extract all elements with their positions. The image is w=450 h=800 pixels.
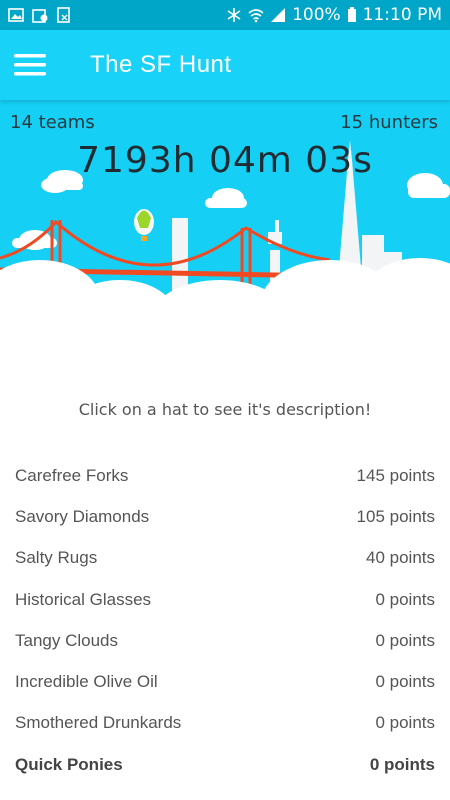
team-name: Historical Glasses (15, 589, 152, 609)
countdown-timer: 7193h 04m 03s (77, 140, 373, 181)
team-row[interactable]: Tangy Clouds 0 points (0, 620, 450, 661)
team-name: Quick Ponies (15, 754, 123, 774)
team-points: 0 points (375, 589, 435, 609)
app-bar: The SF Hunt (0, 30, 450, 100)
battery-icon (347, 7, 356, 22)
hunters-count: 15 hunters (340, 112, 438, 133)
team-name: Salty Rugs (15, 548, 98, 568)
team-row[interactable]: Carefree Forks 145 points (0, 455, 450, 496)
team-name: Carefree Forks (15, 465, 129, 485)
team-list: Carefree Forks 145 points Savory Diamond… (0, 455, 450, 785)
sf-skyline-illustration (0, 140, 450, 360)
team-points: 0 points (375, 713, 435, 733)
hot-air-balloon (134, 209, 154, 241)
team-row[interactable]: Smothered Drunkards 0 points (0, 703, 450, 744)
bluetooth-muted-icon (227, 8, 241, 22)
team-row[interactable]: Savory Diamonds 105 points (0, 496, 450, 537)
status-bar: 100% 11:10 PM (0, 0, 450, 30)
signal-icon (271, 8, 286, 22)
calendar-icon (32, 9, 48, 23)
team-points: 105 points (356, 506, 435, 526)
menu-button[interactable] (0, 30, 60, 100)
team-points: 0 points (375, 630, 435, 650)
hero-banner: 14 teams 15 hunters 7193h 04m 03s (0, 100, 450, 360)
team-points: 40 points (366, 548, 435, 568)
status-right: 100% 11:10 PM (226, 5, 442, 25)
team-row[interactable]: Salty Rugs 40 points (0, 538, 450, 579)
hint-text: Click on a hat to see it's description! (78, 400, 372, 419)
file-icon (57, 7, 70, 23)
teams-count: 14 teams (10, 112, 95, 133)
battery-percent: 100% (292, 5, 341, 25)
app-title: The SF Hunt (90, 51, 232, 78)
team-name: Savory Diamonds (15, 506, 150, 526)
team-name: Incredible Olive Oil (15, 672, 158, 692)
team-name: Smothered Drunkards (15, 713, 182, 733)
wifi-icon (248, 9, 264, 23)
team-name: Tangy Clouds (15, 630, 119, 650)
hamburger-menu-icon (14, 54, 46, 76)
team-row-current[interactable]: Quick Ponies 0 points (0, 744, 450, 785)
team-points: 0 points (369, 754, 435, 774)
status-left (8, 7, 72, 23)
team-row[interactable]: Incredible Olive Oil 0 points (0, 661, 450, 702)
team-points: 145 points (356, 465, 435, 485)
clock: 11:10 PM (362, 5, 442, 25)
gallery-icon (8, 8, 24, 22)
team-points: 0 points (375, 672, 435, 692)
team-row[interactable]: Historical Glasses 0 points (0, 579, 450, 620)
